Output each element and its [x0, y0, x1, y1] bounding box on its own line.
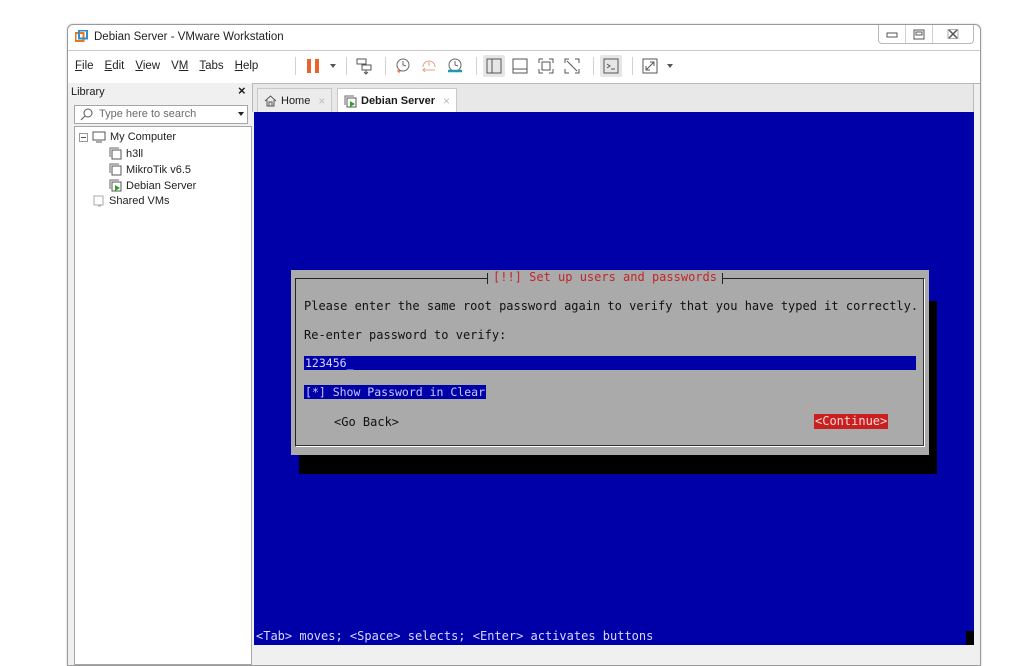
window-controls — [878, 25, 974, 44]
computer-icon — [92, 131, 106, 143]
menu-file[interactable]: File — [75, 60, 94, 72]
stretch-dropdown[interactable] — [665, 55, 675, 77]
tab-close-icon[interactable]: × — [318, 94, 325, 108]
tree-item-label: Debian Server — [126, 179, 197, 192]
menu: File Edit View VM Tabs Help — [75, 60, 269, 72]
tree-item-label: MikroTik v6.5 — [126, 163, 191, 176]
tab-label: Debian Server — [361, 95, 435, 107]
library-panel: Library × Type here to search My Compute… — [68, 83, 252, 665]
search-placeholder: Type here to search — [99, 108, 197, 120]
tab-close-icon[interactable]: × — [443, 94, 450, 108]
toolbar-separator — [346, 57, 347, 75]
tree-item-debian-server[interactable]: Debian Server — [109, 179, 196, 192]
toolbar-separator — [385, 57, 386, 75]
toolbar-separator — [632, 57, 633, 75]
pause-icon — [307, 59, 319, 73]
snapshot-icon — [396, 58, 410, 73]
tab-home[interactable]: Home × — [257, 88, 333, 113]
menu-bar: File Edit View VM Tabs Help — [68, 50, 980, 84]
collapse-icon[interactable] — [79, 132, 88, 142]
toolbar-separator — [295, 57, 296, 75]
vm-running-icon — [109, 179, 122, 192]
stretch-guest-button[interactable] — [639, 55, 661, 77]
tree-item-shared-vms[interactable]: Shared VMs — [93, 195, 170, 207]
shared-vms-icon — [93, 195, 104, 207]
vmware-logo-icon — [75, 30, 88, 42]
stretch-guest-icon — [642, 58, 658, 74]
vm-console[interactable]: [!!] Set up users and passwords Please e… — [254, 112, 974, 645]
dialog-title: [!!] Set up users and passwords — [487, 270, 723, 285]
continue-button[interactable]: <Continue> — [814, 414, 889, 429]
title-bar: Debian Server - VMware Workstation — [68, 25, 980, 50]
toolbar-separator — [476, 57, 477, 75]
maximize-button[interactable] — [905, 25, 932, 43]
snapshot-manager-icon — [448, 58, 462, 73]
tree-item-h3ll[interactable]: h3ll — [109, 147, 143, 160]
menu-vm[interactable]: VM — [171, 60, 188, 72]
dialog-prompt: Please enter the same root password agai… — [304, 299, 919, 313]
send-ctrl-alt-del-button[interactable] — [353, 55, 375, 77]
pause-button[interactable] — [302, 55, 324, 77]
console-view-icon — [603, 58, 619, 74]
toolbar — [289, 55, 679, 77]
revert-snapshot-icon — [422, 60, 436, 73]
field-label: Re-enter password to verify: — [304, 328, 507, 342]
window-title: Debian Server - VMware Workstation — [94, 31, 284, 43]
tree-item-mikrotik[interactable]: MikroTik v6.5 — [109, 163, 191, 176]
toolbar-separator — [593, 57, 594, 75]
library-search-input[interactable]: Type here to search — [74, 105, 248, 124]
tree-item-my-computer[interactable]: My Computer — [79, 131, 176, 143]
text-cursor: _ — [346, 356, 354, 370]
library-close-button[interactable]: × — [238, 83, 246, 98]
show-library-icon — [486, 58, 502, 74]
show-password-checkbox[interactable]: [*] Show Password in Clear — [304, 385, 487, 399]
full-screen-icon — [538, 58, 554, 74]
go-back-button[interactable]: <Go Back> — [334, 415, 399, 430]
password-input[interactable]: 123456_ — [304, 356, 916, 370]
tree-item-label: My Computer — [110, 131, 177, 143]
vm-icon — [109, 147, 122, 160]
thumbnail-bar-icon — [512, 58, 528, 74]
thumbnail-bar-button[interactable] — [509, 55, 531, 77]
search-icon — [80, 108, 93, 121]
minimize-button[interactable] — [879, 25, 905, 43]
maximize-icon — [913, 29, 925, 39]
menu-tabs[interactable]: Tabs — [199, 60, 223, 72]
tab-bar: Home × Debian Server × — [252, 83, 974, 113]
main-area: Home × Debian Server × [!!] Set up users… — [252, 83, 980, 665]
menu-help[interactable]: Help — [235, 60, 259, 72]
vmware-window: Debian Server - VMware Workstation File E… — [67, 24, 981, 666]
minimize-icon — [886, 32, 898, 38]
password-value: 123456 — [305, 356, 347, 370]
vm-running-icon — [344, 95, 357, 107]
tree-item-label: Shared VMs — [109, 195, 170, 207]
send-ctrl-alt-del-icon — [356, 58, 372, 75]
show-library-button[interactable] — [483, 55, 505, 77]
unity-button[interactable] — [561, 55, 583, 77]
home-icon — [264, 95, 277, 107]
revert-snapshot-button[interactable] — [418, 55, 440, 77]
keyboard-hint: <Tab> moves; <Space> selects; <Enter> ac… — [254, 628, 968, 645]
tab-label: Home — [281, 95, 311, 107]
close-icon — [947, 29, 959, 39]
dropdown-icon — [330, 64, 336, 68]
take-snapshot-button[interactable] — [392, 55, 414, 77]
console-corner — [966, 631, 974, 645]
snapshot-manager-button[interactable] — [444, 55, 466, 77]
unity-icon — [564, 58, 580, 74]
search-dropdown-icon[interactable] — [238, 112, 244, 116]
installer-dialog: [!!] Set up users and passwords Please e… — [291, 270, 929, 455]
menu-edit[interactable]: Edit — [105, 60, 125, 72]
power-dropdown[interactable] — [328, 55, 338, 77]
menu-view[interactable]: View — [135, 60, 160, 72]
full-screen-button[interactable] — [535, 55, 557, 77]
close-button[interactable] — [932, 25, 973, 43]
console-view-button[interactable] — [600, 55, 622, 77]
tree-item-label: h3ll — [126, 147, 144, 160]
library-tree: My Computer h3ll MikroTik v6.5 Debian Se… — [74, 126, 252, 665]
tab-debian-server[interactable]: Debian Server × — [337, 88, 457, 113]
dropdown-icon — [667, 64, 673, 68]
vm-icon — [109, 163, 122, 176]
library-title: Library — [71, 86, 105, 98]
